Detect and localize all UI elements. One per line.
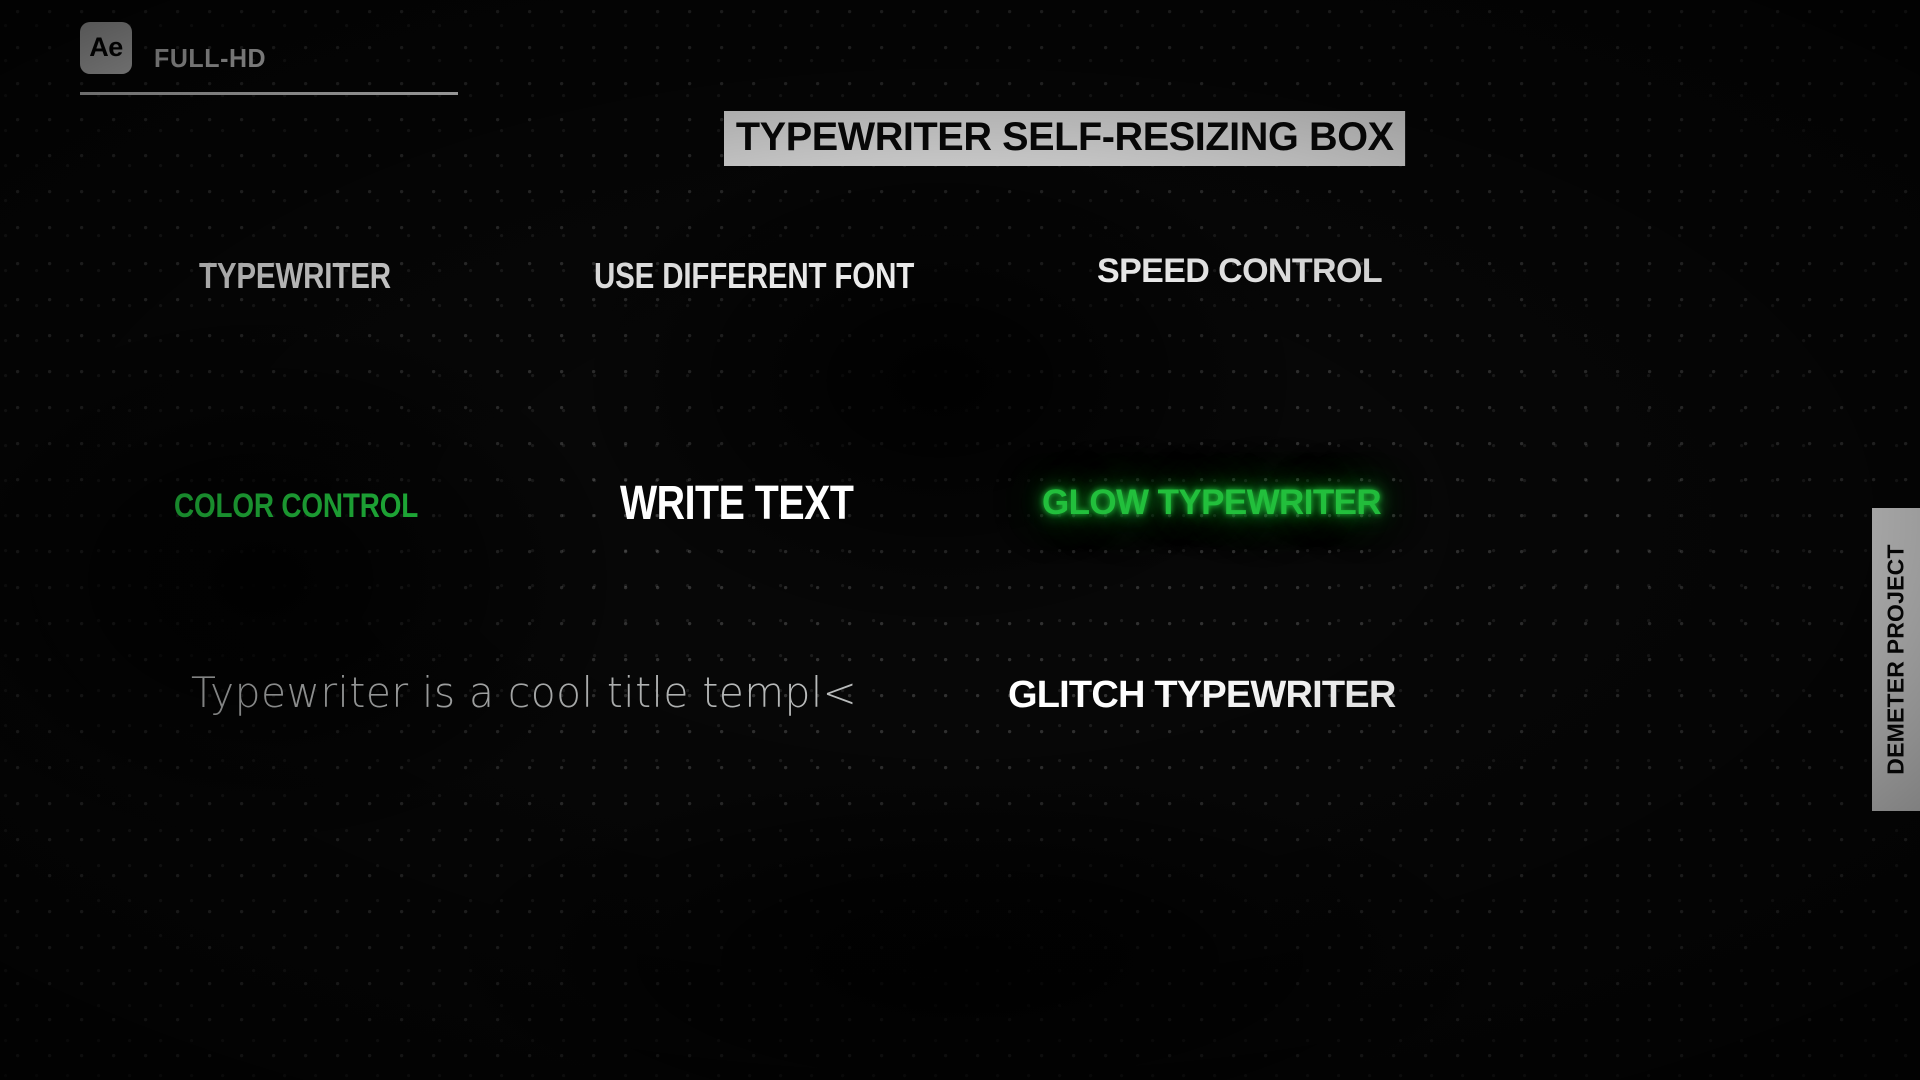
after-effects-icon: Ae	[80, 22, 132, 74]
feature-label-color-control: COLOR CONTROL	[174, 487, 419, 525]
page-title: TYPEWRITER SELF-RESIZING BOX	[724, 111, 1406, 166]
typewriter-sample-value: Typewriter is a cool title templ	[191, 668, 823, 717]
feature-label-glow-typewriter: GLOW TYPEWRITER	[1042, 483, 1382, 522]
typewriter-caret: <	[822, 668, 858, 717]
feature-label-speed-control: SPEED CONTROL	[1097, 252, 1383, 290]
feature-label-typewriter: TYPEWRITER	[199, 255, 391, 296]
preview-stage: Ae FULL-HD TYPEWRITER SELF-RESIZING BOX …	[0, 0, 1920, 1080]
feature-label-write-text: WRITE TEXT	[620, 477, 854, 530]
feature-label-use-different-font: USE DIFFERENT FONT	[594, 255, 915, 296]
feature-label-glitch-typewriter: GLITCH TYPEWRITER	[1008, 674, 1396, 716]
brand-row: Ae FULL-HD	[80, 22, 460, 74]
format-label: FULL-HD	[154, 43, 267, 73]
side-tab-label: DEMETER PROJECT	[1882, 544, 1909, 775]
brand-divider	[80, 92, 458, 95]
side-tab: DEMETER PROJECT	[1872, 508, 1920, 811]
brand-block: Ae FULL-HD	[80, 22, 460, 95]
typewriter-sample-text: Typewriter is a cool title templ<	[191, 672, 857, 714]
